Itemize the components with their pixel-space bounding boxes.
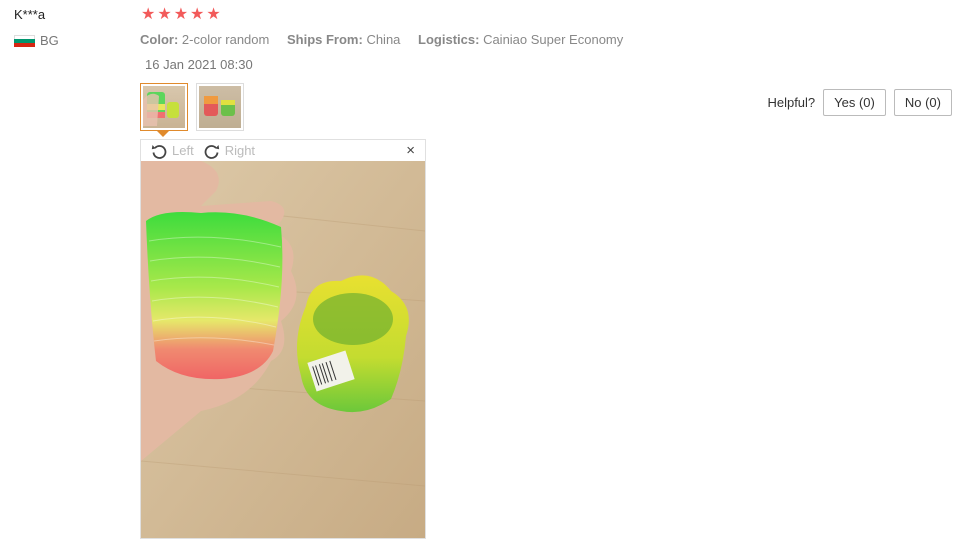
bulgaria-flag-icon (14, 34, 35, 47)
star-icon: ★ (190, 6, 205, 23)
reviewer-name: K***a (14, 7, 46, 22)
review-thumbnail-1[interactable] (140, 83, 188, 131)
logistics-key: Logistics: (418, 32, 480, 47)
reviewer-country: BG (14, 33, 59, 48)
star-icon: ★ (206, 6, 221, 23)
thumbnail-pointer (157, 131, 169, 137)
rotate-right-icon (204, 144, 219, 159)
color-value: 2-color random (181, 32, 270, 47)
rotate-left-icon (151, 144, 167, 159)
ships-from-value: China (366, 32, 401, 47)
star-rating: ★ ★ ★ ★ ★ (141, 7, 221, 23)
helpful-label: Helpful? (767, 95, 816, 110)
rotate-right-label: Right (224, 143, 256, 158)
logistics-value: Cainiao Super Economy (483, 32, 624, 47)
review-thumbnail-2[interactable] (196, 83, 244, 131)
review-date: 16 Jan 2021 08:30 (145, 57, 253, 72)
rotate-right-button[interactable]: Right (204, 143, 255, 159)
viewer-toolbar: Left Right × (141, 140, 425, 161)
star-icon: ★ (141, 6, 156, 23)
helpful-no-button[interactable]: No (0) (893, 89, 952, 116)
rotate-left-button[interactable]: Left (151, 143, 194, 159)
close-icon[interactable]: × (406, 142, 415, 159)
helpful-section: Helpful? Yes (0) No (0) (767, 89, 952, 116)
order-info: Color: 2-color random Ships From: China … (140, 32, 637, 47)
image-viewer: Left Right × (140, 139, 426, 539)
rotate-left-label: Left (172, 143, 194, 158)
helpful-yes-button[interactable]: Yes (0) (823, 89, 886, 116)
country-code: BG (40, 33, 59, 48)
color-key: Color: (140, 32, 179, 47)
review-photo (141, 161, 425, 538)
star-icon: ★ (173, 6, 189, 23)
star-icon: ★ (157, 6, 172, 23)
ships-from-key: Ships From: (286, 32, 363, 47)
